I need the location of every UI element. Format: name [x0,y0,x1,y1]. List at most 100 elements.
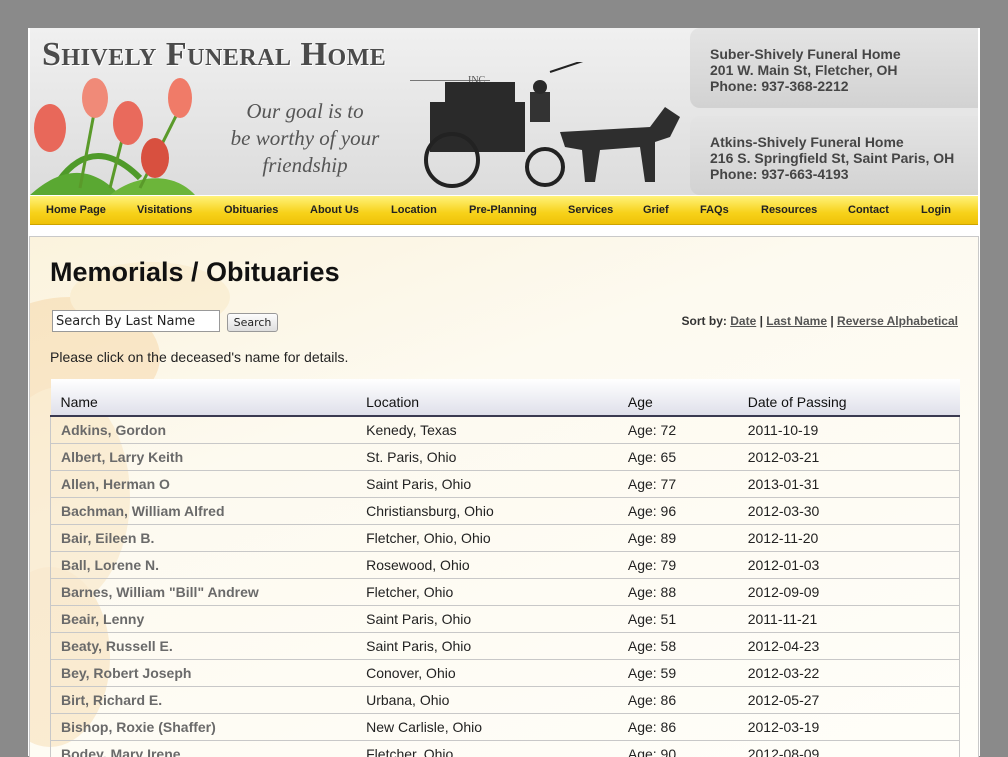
obituaries-panel: Memorials / Obituaries Search Sort by: D… [29,236,979,757]
cell-location: Conover, Ohio [356,660,618,687]
cell-age: Age: 58 [618,633,738,660]
cell-age: Age: 59 [618,660,738,687]
table-row: Albert, Larry KeithSt. Paris, OhioAge: 6… [51,444,960,471]
cell-name: Bachman, William Alfred [51,498,357,525]
nav-grief[interactable]: Grief [643,204,669,216]
sort-by-last-name[interactable]: Last Name [766,314,827,328]
deceased-name-link[interactable]: Bodey, Mary Irene [61,746,181,757]
nav-location[interactable]: Location [391,204,437,216]
slogan-line: be worthy of your [220,125,390,152]
main-nav: Home Page Visitations Obituaries About U… [30,196,978,225]
cell-location: New Carlisle, Ohio [356,714,618,741]
cell-date: 2012-03-30 [738,498,960,525]
slogan: Our goal is to be worthy of your friends… [220,98,390,179]
sort-reverse-alphabetical[interactable]: Reverse Alphabetical [837,314,958,328]
table-row: Bishop, Roxie (Shaffer) New Carlisle, Ohi… [51,714,960,741]
cell-date: 2011-11-21 [738,606,960,633]
deceased-name-link[interactable]: Bishop, Roxie (Shaffer) [61,719,216,735]
nav-services[interactable]: Services [568,204,613,216]
page-title: Memorials / Obituaries [50,257,340,288]
cell-location: Kenedy, Texas [356,416,618,444]
cell-date: 2012-08-09 [738,741,960,757]
cell-date: 2012-05-27 [738,687,960,714]
cell-age: Age: 86 [618,714,738,741]
nav-faqs[interactable]: FAQs [700,204,729,216]
obituaries-table: Name Location Age Date of Passing Adkins… [50,379,960,757]
deceased-name-link[interactable]: Barnes, William "Bill" Andrew [61,584,259,600]
cell-name: Beaty, Russell E. [51,633,357,660]
location-card-atkins-shively: Atkins-Shively Funeral Home 216 S. Sprin… [690,116,978,195]
site-logo[interactable]: Shively Funeral Home [42,36,386,74]
cell-age: Age: 89 [618,525,738,552]
cell-date: 2012-04-23 [738,633,960,660]
cell-date: 2012-01-03 [738,552,960,579]
cell-name: Adkins, Gordon [51,416,357,444]
cell-date: 2012-03-22 [738,660,960,687]
deceased-name-link[interactable]: Albert, Larry Keith [61,449,183,465]
deceased-name-link[interactable]: Beair, Lenny [61,611,144,627]
deceased-name-link[interactable]: Birt, Richard E. [61,692,162,708]
cell-age: Age: 88 [618,579,738,606]
location-address: 216 S. Springfield St, Saint Paris, OH [710,150,954,166]
site-header: Shively Funeral Home INC Our goal is to … [30,28,978,195]
deceased-name-link[interactable]: Adkins, Gordon [61,422,166,438]
deceased-name-link[interactable]: Allen, Herman O [61,476,170,492]
location-name: Atkins-Shively Funeral Home [710,134,904,150]
table-header-row: Name Location Age Date of Passing [51,379,960,416]
deceased-name-link[interactable]: Bey, Robert Joseph [61,665,191,681]
cell-name: Bair, Eileen B. [51,525,357,552]
cell-name: Albert, Larry Keith [51,444,357,471]
table-row: Bachman, William AlfredChristiansburg, O… [51,498,960,525]
table-row: Bey, Robert Joseph Conover, OhioAge: 5920… [51,660,960,687]
nav-contact[interactable]: Contact [848,204,889,216]
table-row: Allen, Herman OSaint Paris, OhioAge: 772… [51,471,960,498]
location-address: 201 W. Main St, Fletcher, OH [710,62,898,78]
table-row: Beair, LennySaint Paris, OhioAge: 512011… [51,606,960,633]
cell-date: 2013-01-31 [738,471,960,498]
page: Shively Funeral Home INC Our goal is to … [28,28,980,756]
nav-pre-planning[interactable]: Pre-Planning [469,204,537,216]
table-row: Beaty, Russell E.Saint Paris, OhioAge: 5… [51,633,960,660]
nav-login[interactable]: Login [921,204,951,216]
cell-age: Age: 79 [618,552,738,579]
sort-label: Sort by: [682,314,727,328]
slogan-line: friendship [220,152,390,179]
table-row: Bair, Eileen B.Fletcher, Ohio, OhioAge: … [51,525,960,552]
cell-age: Age: 86 [618,687,738,714]
deceased-name-link[interactable]: Bair, Eileen B. [61,530,154,546]
nav-home-page[interactable]: Home Page [46,204,106,216]
cell-location: Fletcher, Ohio [356,741,618,757]
table-row: Adkins, GordonKenedy, TexasAge: 722011-1… [51,416,960,444]
cell-date: 2011-10-19 [738,416,960,444]
column-header-age: Age [618,379,738,416]
table-row: Birt, Richard E.Urbana, OhioAge: 862012-… [51,687,960,714]
deceased-name-link[interactable]: Beaty, Russell E. [61,638,173,654]
nav-visitations[interactable]: Visitations [137,204,192,216]
cell-name: Beair, Lenny [51,606,357,633]
location-phone: Phone: 937-663-4193 [710,166,849,182]
cell-name: Allen, Herman O [51,471,357,498]
slogan-line: Our goal is to [220,98,390,125]
sort-by-date[interactable]: Date [730,314,756,328]
deceased-name-link[interactable]: Bachman, William Alfred [61,503,225,519]
deceased-name-link[interactable]: Ball, Lorene N. [61,557,159,573]
column-header-location: Location [356,379,618,416]
sort-controls: Sort by: Date | Last Name | Reverse Alph… [682,314,958,328]
cell-age: Age: 96 [618,498,738,525]
cell-location: Saint Paris, Ohio [356,606,618,633]
nav-obituaries[interactable]: Obituaries [224,204,278,216]
cell-date: 2012-03-19 [738,714,960,741]
last-name-search-input[interactable] [52,310,220,332]
search-button[interactable]: Search [227,313,278,332]
table-row: Bodey, Mary Irene Fletcher, OhioAge: 9020… [51,741,960,757]
cell-name: Birt, Richard E. [51,687,357,714]
instructions-text: Please click on the deceased's name for … [50,349,348,365]
horse-carriage-image [390,62,690,192]
location-card-suber-shively: Suber-Shively Funeral Home 201 W. Main S… [690,28,978,108]
nav-about-us[interactable]: About Us [310,204,359,216]
nav-resources[interactable]: Resources [761,204,817,216]
tulip-flowers-image [30,68,200,195]
location-phone: Phone: 937-368-2212 [710,78,849,94]
cell-age: Age: 90 [618,741,738,757]
sort-separator: | [830,314,833,328]
